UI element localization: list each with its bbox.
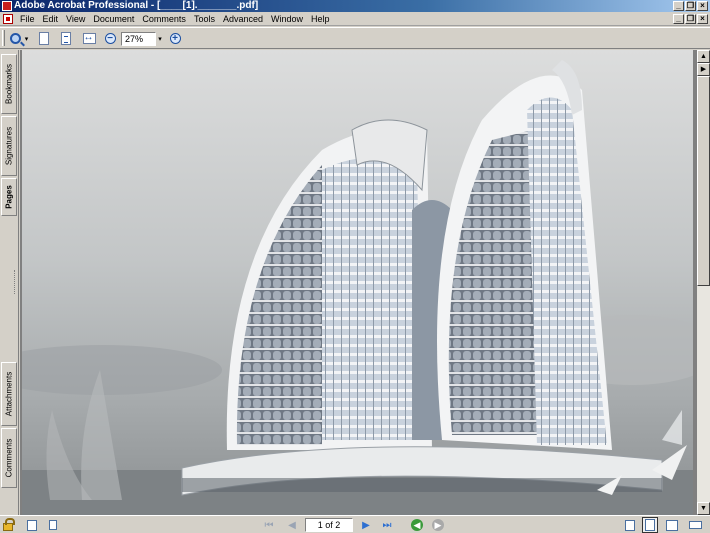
tab-signatures-label: Signatures — [4, 126, 14, 166]
tab-pages-label: Pages — [4, 185, 14, 209]
single-page-icon — [625, 519, 635, 531]
menu-file[interactable]: File — [16, 13, 39, 25]
menu-edit[interactable]: Edit — [39, 13, 63, 25]
fit-page-button[interactable] — [58, 30, 74, 47]
navigation-pane: Bookmarks Signatures Pages Attachments C… — [0, 50, 19, 515]
tab-signatures[interactable]: Signatures — [1, 116, 17, 176]
document-icon[interactable] — [3, 14, 13, 24]
doc-minimize-button[interactable]: _ — [673, 14, 684, 24]
scroll-thumb[interactable] — [697, 76, 710, 286]
security-button[interactable] — [2, 518, 15, 532]
zoom-in-button[interactable]: + — [168, 30, 182, 47]
zoom-toolbar: ▾ − 27% ▾ + — [0, 27, 710, 49]
continuous-layout-button[interactable] — [642, 517, 658, 533]
architectural-rendering-image — [22, 50, 693, 515]
facing-page-icon — [666, 519, 678, 531]
zoom-tool-button[interactable] — [8, 30, 22, 47]
menu-comments[interactable]: Comments — [138, 13, 190, 25]
scroll-up-button[interactable]: ▲ — [697, 50, 710, 63]
forward-arrow-icon: ▶ — [432, 519, 444, 531]
continuous-facing-layout-button[interactable] — [687, 518, 703, 532]
zoom-in-icon: + — [169, 33, 181, 44]
pdf-page[interactable] — [22, 50, 693, 515]
zoom-level-dropdown[interactable]: ▾ — [156, 30, 164, 47]
document-view[interactable] — [20, 50, 697, 515]
doc-close-button[interactable]: × — [697, 14, 708, 24]
next-page-button[interactable]: ▶ — [360, 518, 372, 532]
menu-document[interactable]: Document — [89, 13, 138, 25]
tab-pages[interactable]: Pages — [1, 178, 17, 216]
page-options-icon — [49, 520, 57, 530]
tab-comments-label: Comments — [4, 438, 14, 478]
tab-attachments[interactable]: Attachments — [1, 362, 17, 426]
actual-size-button[interactable] — [36, 30, 52, 47]
previous-page-button[interactable]: ◀ — [286, 518, 298, 532]
zoom-tool-dropdown[interactable]: ▾ — [23, 30, 30, 47]
back-arrow-icon: ◀ — [411, 519, 423, 531]
window-title: Adobe Acrobat Professional - [____[1].__… — [14, 0, 259, 11]
facing-layout-button[interactable] — [665, 518, 679, 532]
minimize-button[interactable]: _ — [673, 1, 684, 11]
lock-icon — [3, 518, 15, 531]
menu-window[interactable]: Window — [267, 13, 307, 25]
page-options-button[interactable] — [47, 518, 59, 532]
maximize-button[interactable]: ❐ — [685, 1, 696, 11]
fit-page-icon — [61, 32, 71, 45]
continuous-facing-icon — [688, 521, 702, 529]
menu-bar: File Edit View Document Comments Tools A… — [0, 12, 710, 26]
single-page-layout-button[interactable] — [623, 518, 637, 532]
menu-tools[interactable]: Tools — [190, 13, 219, 25]
zoom-tool-icon — [9, 33, 21, 44]
tab-attachments-label: Attachments — [4, 371, 14, 417]
page-right-button[interactable]: ▶ — [697, 63, 710, 76]
acrobat-icon[interactable] — [2, 1, 12, 11]
scroll-down-button[interactable]: ▼ — [697, 502, 710, 515]
title-bar: Adobe Acrobat Professional - [____[1].__… — [0, 0, 710, 12]
menu-advanced[interactable]: Advanced — [219, 13, 267, 25]
vertical-scrollbar[interactable]: ▲ ▶ ▼ — [697, 50, 710, 515]
menu-view[interactable]: View — [62, 13, 89, 25]
next-view-button[interactable]: ▶ — [431, 518, 445, 532]
toolbar-grip[interactable] — [2, 30, 5, 46]
zoom-out-icon: − — [104, 33, 116, 44]
doc-restore-button[interactable]: ❐ — [685, 14, 696, 24]
last-page-button[interactable]: ⏭ — [380, 518, 394, 532]
menu-help[interactable]: Help — [307, 13, 334, 25]
zoom-level-input[interactable]: 27% — [121, 32, 156, 46]
actual-size-icon — [39, 32, 49, 45]
fit-width-button[interactable] — [80, 30, 98, 47]
first-page-button[interactable]: ⏮ — [262, 518, 276, 532]
menus: File Edit View Document Comments Tools A… — [16, 13, 334, 25]
tab-comments[interactable]: Comments — [1, 428, 17, 488]
tab-bookmarks-label: Bookmarks — [4, 63, 14, 105]
status-bar: ⏮ ◀ 1 of 2 ▶ ⏭ ◀ ▶ — [0, 515, 710, 533]
page-view-icon — [27, 519, 37, 531]
document-window-controls: _ ❐ × — [673, 14, 708, 24]
zoom-out-button[interactable]: − — [103, 30, 117, 47]
continuous-page-icon — [645, 519, 655, 531]
close-button[interactable]: × — [697, 1, 708, 11]
previous-view-button[interactable]: ◀ — [410, 518, 424, 532]
tab-bookmarks[interactable]: Bookmarks — [1, 54, 17, 114]
page-number-field[interactable]: 1 of 2 — [305, 518, 353, 532]
fit-width-icon — [82, 32, 96, 44]
page-view-button[interactable] — [25, 518, 39, 532]
nav-pane-resize-grip[interactable] — [14, 270, 16, 294]
window-controls: _ ❐ × — [673, 1, 708, 11]
